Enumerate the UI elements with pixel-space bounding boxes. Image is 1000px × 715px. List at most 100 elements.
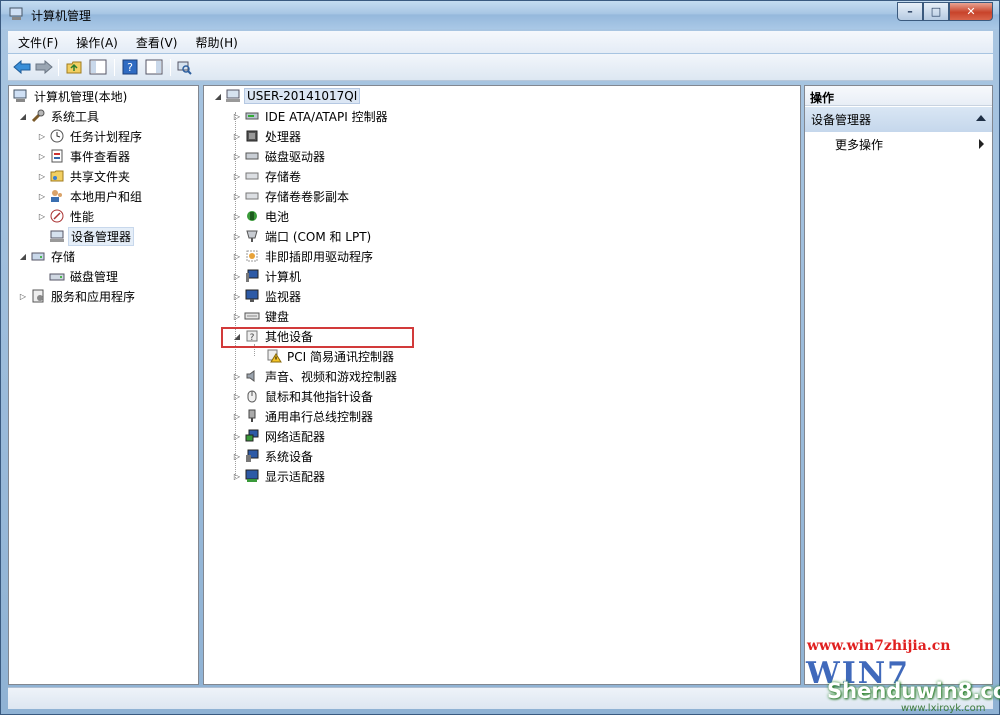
device-label: 系统设备 xyxy=(265,449,314,464)
svg-text:?: ? xyxy=(127,61,133,74)
help-icon[interactable]: ? xyxy=(120,58,140,76)
expand-arrow-icon[interactable]: ▷ xyxy=(232,131,242,141)
computer-icon xyxy=(225,88,241,104)
tree-item-computer-management[interactable]: 计算机管理(本地) xyxy=(11,87,129,105)
device-category-non-pnp[interactable]: ▷ 非即插即用驱动程序 xyxy=(232,247,375,265)
tree-label: 系统工具 xyxy=(51,109,100,124)
tree-item-shared-folders[interactable]: ▷ 共享文件夹 xyxy=(37,167,132,185)
expand-arrow-icon[interactable]: ▷ xyxy=(232,111,242,121)
expand-arrow-icon[interactable]: ▷ xyxy=(232,191,242,201)
menu-view[interactable]: 查看(V) xyxy=(126,34,186,51)
maximize-button[interactable]: □ xyxy=(923,2,949,21)
device-category-computer[interactable]: ▷ 计算机 xyxy=(232,267,303,285)
device-category-disk-drives[interactable]: ▷ 磁盘驱动器 xyxy=(232,147,327,165)
collapse-arrow-icon[interactable]: ◢ xyxy=(18,251,28,261)
more-actions-link[interactable]: 更多操作 xyxy=(835,136,883,153)
device-category-shadow-copies[interactable]: ▷ 存储卷卷影副本 xyxy=(232,187,351,205)
keyboard-icon xyxy=(244,308,260,324)
minimize-button[interactable]: – xyxy=(897,2,923,21)
menu-action[interactable]: 操作(A) xyxy=(66,34,126,51)
expand-arrow-icon[interactable]: ▷ xyxy=(232,391,242,401)
actions-section-device-manager[interactable]: 设备管理器 xyxy=(805,107,992,132)
storage-icon xyxy=(30,248,46,264)
collapse-arrow-icon[interactable]: ◢ xyxy=(18,111,28,121)
users-icon xyxy=(49,188,65,204)
toolbar-separator xyxy=(58,59,59,76)
menu-help[interactable]: 帮助(H) xyxy=(185,34,245,51)
tree-label: 任务计划程序 xyxy=(70,129,143,144)
expand-arrow-icon[interactable]: ▷ xyxy=(232,151,242,161)
device-category-storage-volumes[interactable]: ▷ 存储卷 xyxy=(232,167,303,185)
expand-arrow-icon[interactable]: ▷ xyxy=(232,471,242,481)
device-label: 计算机 xyxy=(265,269,302,284)
shadow-copy-icon xyxy=(244,188,260,204)
highlight-box xyxy=(221,327,414,348)
menu-file[interactable]: 文件(F) xyxy=(8,34,66,51)
device-label: 电池 xyxy=(265,209,290,224)
computer-management-icon xyxy=(13,88,29,104)
disk-icon xyxy=(49,268,65,284)
tree-item-storage[interactable]: ◢ 存储 xyxy=(18,247,77,265)
watermark-small: www.lxiroyk.com xyxy=(901,703,986,714)
forward-arrow-icon[interactable] xyxy=(34,58,54,76)
monitor-icon xyxy=(244,288,260,304)
back-arrow-icon[interactable] xyxy=(12,58,32,76)
expand-arrow-icon[interactable]: ▷ xyxy=(232,251,242,261)
scan-hardware-icon[interactable] xyxy=(174,58,194,76)
up-folder-icon[interactable] xyxy=(64,58,84,76)
expand-arrow-icon[interactable]: ▷ xyxy=(37,151,47,161)
device-category-ide[interactable]: ▷ IDE ATA/ATAPI 控制器 xyxy=(232,107,390,125)
device-category-system[interactable]: ▷ 系统设备 xyxy=(232,447,315,465)
device-category-mice[interactable]: ▷ 鼠标和其他指针设备 xyxy=(232,387,375,405)
expand-arrow-icon[interactable]: ▷ xyxy=(232,171,242,181)
collapse-triangle-icon[interactable] xyxy=(976,115,986,121)
device-category-battery[interactable]: ▷ 电池 xyxy=(232,207,291,225)
ide-controller-icon xyxy=(244,108,260,124)
title-bar[interactable]: 计算机管理 – □ ✕ xyxy=(1,1,999,29)
tree-item-disk-management[interactable]: 磁盘管理 xyxy=(47,267,120,285)
expand-arrow-icon[interactable]: ▷ xyxy=(37,191,47,201)
device-label: PCI 简易通讯控制器 xyxy=(287,349,394,364)
menu-bar: 文件(F) 操作(A) 查看(V) 帮助(H) xyxy=(8,31,993,53)
services-icon xyxy=(30,288,46,304)
device-category-sound[interactable]: ▷ 声音、视频和游戏控制器 xyxy=(232,367,399,385)
tree-item-local-users[interactable]: ▷ 本地用户和组 xyxy=(37,187,144,205)
expand-arrow-icon[interactable]: ▷ xyxy=(232,431,242,441)
expand-arrow-icon[interactable]: ▷ xyxy=(232,291,242,301)
device-category-processor[interactable]: ▷ 处理器 xyxy=(232,127,303,145)
expand-arrow-icon[interactable]: ▷ xyxy=(37,171,47,181)
expand-arrow-icon[interactable]: ▷ xyxy=(37,211,47,221)
device-category-ports[interactable]: ▷ 端口 (COM 和 LPT) xyxy=(232,227,373,245)
expand-arrow-icon[interactable]: ▷ xyxy=(232,411,242,421)
expand-arrow-icon[interactable]: ▷ xyxy=(18,291,28,301)
tree-item-performance[interactable]: ▷ 性能 xyxy=(37,207,96,225)
expand-arrow-icon[interactable]: ▷ xyxy=(232,451,242,461)
collapse-arrow-icon[interactable]: ◢ xyxy=(213,91,223,101)
tree-item-services-apps[interactable]: ▷ 服务和应用程序 xyxy=(18,287,137,305)
show-hide-tree-icon[interactable] xyxy=(88,58,108,76)
expand-arrow-icon[interactable]: ▷ xyxy=(232,311,242,321)
device-label: 鼠标和其他指针设备 xyxy=(265,389,374,404)
submenu-arrow-icon[interactable] xyxy=(979,139,984,149)
device-category-network[interactable]: ▷ 网络适配器 xyxy=(232,427,327,445)
warning-device-icon xyxy=(266,348,282,364)
device-category-keyboards[interactable]: ▷ 键盘 xyxy=(232,307,291,325)
close-button[interactable]: ✕ xyxy=(949,2,993,21)
tree-item-device-manager[interactable]: 设备管理器 xyxy=(47,226,135,246)
device-category-display[interactable]: ▷ 显示适配器 xyxy=(232,467,327,485)
tree-item-task-scheduler[interactable]: ▷ 任务计划程序 xyxy=(37,127,144,145)
tree-item-event-viewer[interactable]: ▷ 事件查看器 xyxy=(37,147,132,165)
show-action-pane-icon[interactable] xyxy=(144,58,164,76)
device-label: 键盘 xyxy=(265,309,290,324)
expand-arrow-icon[interactable]: ▷ xyxy=(232,211,242,221)
device-item-pci-comm-controller[interactable]: PCI 简易通讯控制器 xyxy=(264,347,396,365)
expand-arrow-icon[interactable]: ▷ xyxy=(232,231,242,241)
device-category-usb[interactable]: ▷ 通用串行总线控制器 xyxy=(232,407,375,425)
device-tree-root[interactable]: ◢ USER-20141017QI xyxy=(213,87,361,105)
expand-arrow-icon[interactable]: ▷ xyxy=(232,371,242,381)
expand-arrow-icon[interactable]: ▷ xyxy=(37,131,47,141)
tree-item-system-tools[interactable]: ◢ 系统工具 xyxy=(18,107,101,125)
tree-label: 本地用户和组 xyxy=(70,189,143,204)
expand-arrow-icon[interactable]: ▷ xyxy=(232,271,242,281)
device-category-monitors[interactable]: ▷ 监视器 xyxy=(232,287,303,305)
